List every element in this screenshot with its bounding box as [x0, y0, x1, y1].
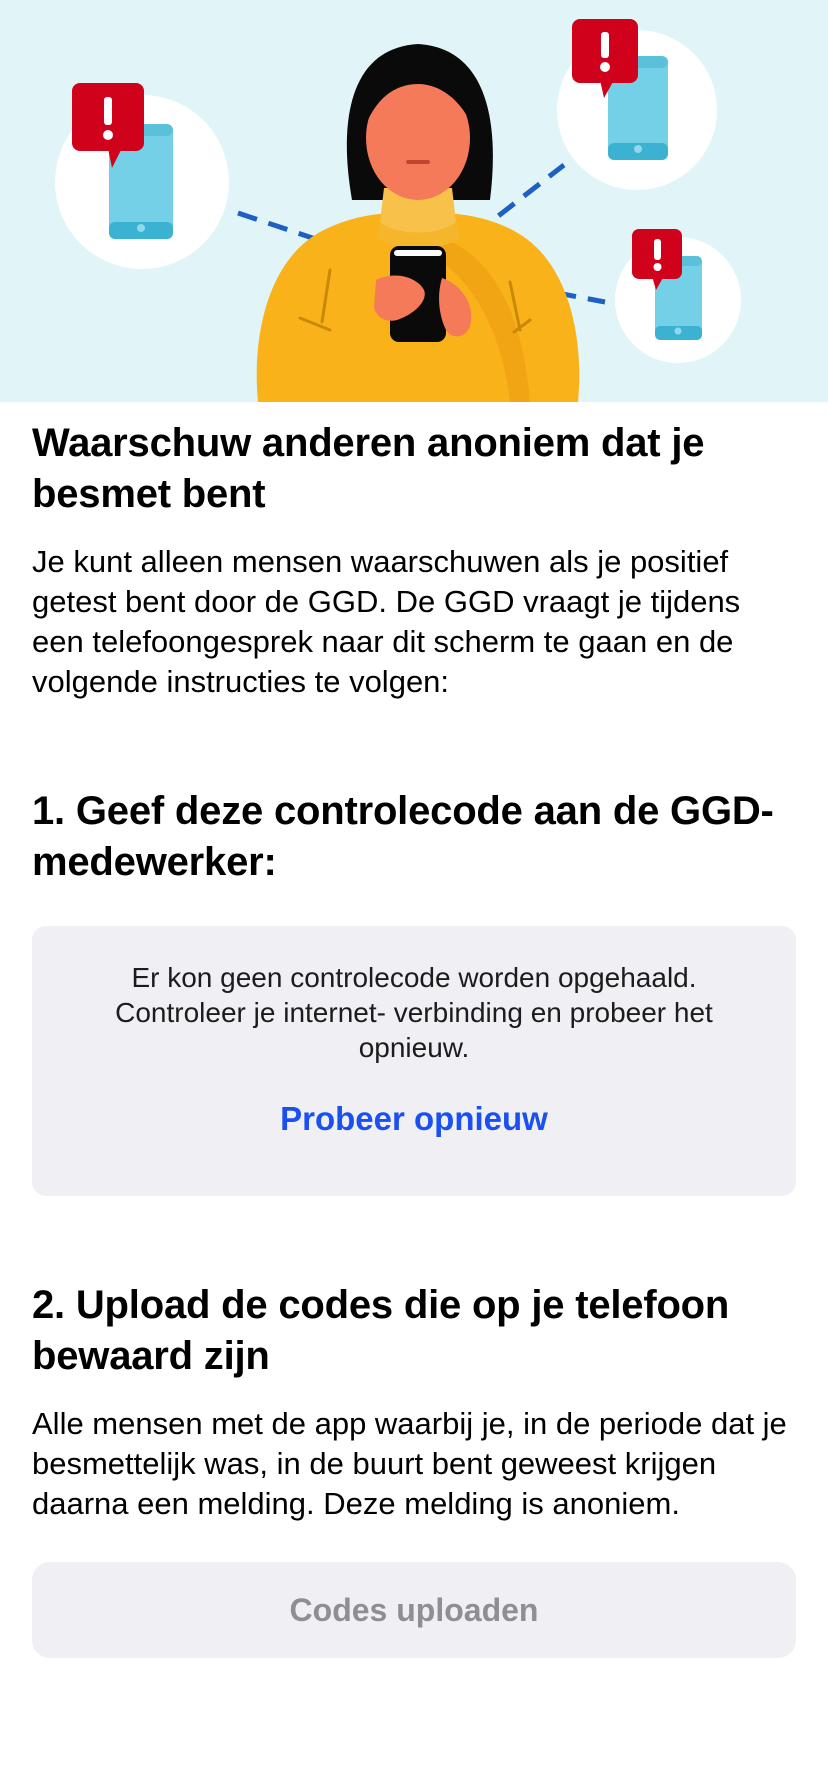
- top-right-phone-alert-icon: [557, 19, 717, 190]
- step1-title: 1. Geef deze controlecode aan de GGD-med…: [32, 789, 774, 884]
- page-title: Waarschuw anderen anoniem dat je besmet …: [32, 421, 705, 516]
- retry-button[interactable]: Probeer opnieuw: [280, 1099, 548, 1139]
- person-figure: [256, 44, 580, 402]
- step2-title: 2. Upload de codes die op je telefoon be…: [32, 1283, 730, 1378]
- person-warning-phones-illustration: [55, 19, 741, 402]
- intro-text: Je kunt alleen mensen waarschuwen als je…: [32, 544, 741, 699]
- bottom-right-phone-alert-icon: [615, 229, 741, 363]
- control-code-box: Er kon geen controlecode worden opgehaal…: [32, 926, 796, 1196]
- step2-description: Alle mensen met de app waarbij je, in de…: [32, 1406, 787, 1521]
- left-phone-alert-icon: [55, 83, 229, 269]
- code-error-message: Er kon geen controlecode worden opgehaal…: [115, 962, 713, 1063]
- main-content: Waarschuw anderen anoniem dat je besmet …: [32, 402, 796, 1658]
- upload-codes-button[interactable]: Codes uploaden: [32, 1562, 796, 1658]
- hero-illustration: [0, 0, 828, 402]
